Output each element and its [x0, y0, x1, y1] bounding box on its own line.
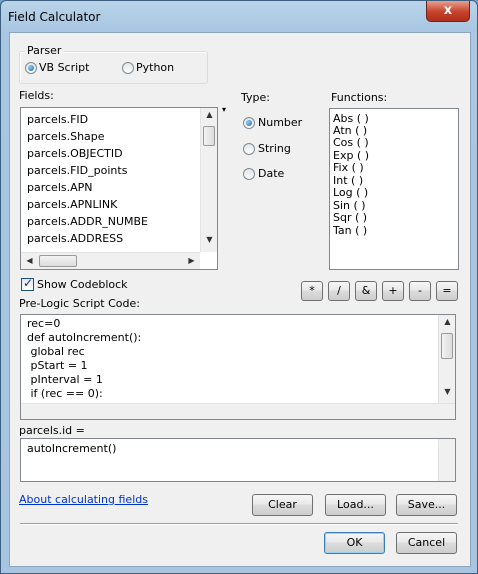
dialog-client: Parser VB Script Python Fields: parcels.…: [9, 32, 471, 567]
type-string-label[interactable]: String: [258, 142, 291, 155]
expression-label: parcels.id =: [19, 424, 85, 437]
scroll-right-icon[interactable]: ▶: [183, 256, 200, 265]
code-line: pInterval = 1: [27, 373, 103, 386]
field-item[interactable]: parcels.ADDRESS: [27, 232, 123, 245]
title-bar[interactable]: Field Calculator x: [1, 1, 477, 33]
vbscript-option-label[interactable]: VB Script: [39, 61, 89, 74]
sort-fields-icon[interactable]: ▾: [222, 105, 226, 114]
ampersand-button[interactable]: &: [355, 281, 377, 301]
prelogic-vertical-scrollbar[interactable]: ▲ ▼: [438, 315, 455, 403]
type-date-label[interactable]: Date: [258, 167, 284, 180]
scroll-down-icon[interactable]: ▼: [201, 235, 218, 244]
fields-hscroll-thumb[interactable]: [39, 255, 77, 267]
python-option-label[interactable]: Python: [136, 61, 174, 74]
functions-label: Functions:: [331, 91, 388, 104]
prelogic-horizontal-scrollbar[interactable]: [21, 403, 455, 419]
type-label: Type:: [241, 91, 270, 104]
expression-vertical-scrollbar[interactable]: [438, 439, 455, 481]
prelogic-label: Pre-Logic Script Code:: [19, 297, 140, 310]
multiply-button[interactable]: *: [301, 281, 323, 301]
type-date-radio-icon[interactable]: [243, 168, 255, 180]
clear-button[interactable]: Clear: [252, 494, 313, 516]
type-number-label[interactable]: Number: [258, 116, 302, 129]
cancel-button-label: Cancel: [407, 536, 446, 549]
scroll-up-icon[interactable]: ▲: [201, 110, 218, 119]
show-codeblock-label[interactable]: Show Codeblock: [37, 278, 128, 291]
load-button-label: Load...: [337, 498, 374, 511]
save-button[interactable]: Save...: [396, 494, 457, 516]
ok-button-label: OK: [346, 536, 363, 549]
parser-label: Parser: [25, 44, 64, 57]
function-item[interactable]: Tan ( ): [333, 224, 367, 237]
fields-vscroll-thumb[interactable]: [203, 126, 215, 146]
fields-horizontal-scrollbar[interactable]: ◀ ▶: [21, 252, 200, 269]
checkmark-icon: ✓: [23, 276, 34, 290]
code-line: pStart = 1: [27, 359, 88, 372]
field-calculator-window: Field Calculator x Parser VB Script Pyth…: [0, 0, 478, 574]
field-item[interactable]: parcels.FID: [27, 113, 88, 126]
cancel-button[interactable]: Cancel: [396, 532, 457, 554]
prelogic-code-editor[interactable]: rec=0 def autoIncrement(): global rec pS…: [20, 314, 456, 420]
fields-vertical-scrollbar[interactable]: ▲ ▼: [200, 108, 217, 252]
prelogic-vscroll-thumb[interactable]: [441, 333, 453, 359]
about-calculating-fields-link[interactable]: About calculating fields: [19, 493, 148, 506]
function-item[interactable]: Fix ( ): [333, 161, 364, 174]
plus-button[interactable]: +: [382, 281, 404, 301]
scroll-left-icon[interactable]: ◀: [21, 256, 38, 265]
save-button-label: Save...: [407, 498, 446, 511]
minus-button[interactable]: -: [409, 281, 431, 301]
scroll-up-icon[interactable]: ▲: [439, 317, 456, 326]
field-item[interactable]: parcels.Shape: [27, 130, 105, 143]
scroll-down-icon[interactable]: ▼: [439, 387, 456, 396]
vbscript-radio-icon[interactable]: [25, 62, 37, 74]
field-item[interactable]: parcels.OBJECTID: [27, 147, 123, 160]
type-string-radio-icon[interactable]: [243, 143, 255, 155]
expression-value: autoIncrement(): [27, 442, 117, 455]
ok-button[interactable]: OK: [324, 532, 385, 554]
functions-list[interactable]: Abs ( ) Atn ( ) Cos ( ) Exp ( ) Fix ( ) …: [329, 108, 459, 270]
close-button[interactable]: x: [426, 1, 470, 22]
close-icon: x: [443, 3, 453, 18]
function-item[interactable]: Sqr ( ): [333, 211, 367, 224]
code-line: global rec: [27, 345, 85, 358]
expression-editor[interactable]: autoIncrement(): [20, 438, 456, 482]
code-line: if (rec == 0):: [27, 387, 103, 400]
type-number-radio-icon[interactable]: [243, 117, 255, 129]
fields-list[interactable]: parcels.FID parcels.Shape parcels.OBJECT…: [20, 107, 218, 270]
window-title: Field Calculator: [8, 10, 101, 24]
python-radio-icon[interactable]: [122, 62, 134, 74]
code-line: def autoIncrement():: [27, 331, 142, 344]
divide-button[interactable]: /: [328, 281, 350, 301]
show-codeblock-checkbox-icon[interactable]: ✓: [21, 276, 34, 291]
fields-label: Fields:: [19, 89, 54, 102]
function-item[interactable]: Cos ( ): [333, 136, 369, 149]
equals-button[interactable]: =: [436, 281, 458, 301]
field-item[interactable]: parcels.ADDR_NUMBE: [27, 215, 148, 228]
load-button[interactable]: Load...: [325, 494, 386, 516]
field-item[interactable]: parcels.APNLINK: [27, 198, 117, 211]
divider: [20, 523, 458, 525]
code-line: rec=0: [27, 317, 61, 330]
clear-button-label: Clear: [268, 498, 297, 511]
field-item[interactable]: parcels.APN: [27, 181, 93, 194]
function-item[interactable]: Log ( ): [333, 186, 368, 199]
field-item[interactable]: parcels.FID_points: [27, 164, 127, 177]
